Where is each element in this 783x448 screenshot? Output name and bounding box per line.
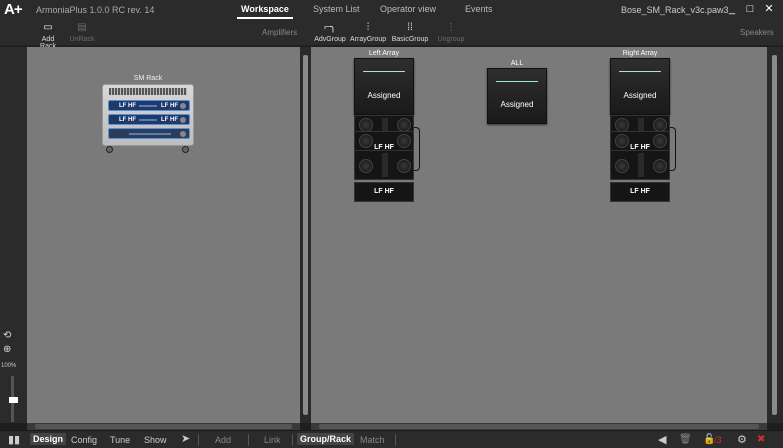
array-group-icon: ⫶ [366,22,370,33]
ungroup-label: Ungroup [437,36,465,43]
bottom-bar: ▮▮ Design Config Tune Show ➤ Add Link Gr… [0,430,783,448]
separator [248,434,249,446]
amplifier-1[interactable]: LF HF LF HF [108,100,190,111]
left-array-title: Left Array [369,50,399,57]
unrack-icon: ▤ [77,22,87,33]
adv-group-button[interactable]: ⌐╮ AdvGroup [314,22,346,43]
tab-workspace[interactable]: Workspace [237,4,293,19]
rack-unit[interactable]: LF HF LF HF LF HF LF HF [102,84,194,146]
speakers-vertical-scrollbar[interactable] [767,47,783,423]
mode-tune[interactable]: Tune [110,435,130,445]
right-array-group[interactable]: Assigned [610,58,670,115]
rack-icon: ▭ [43,22,53,33]
page-counter: /3 [714,435,722,445]
amplifiers-horizontal-scrollbar[interactable] [27,423,300,430]
left-array-sub-label: LF HF [374,188,394,195]
right-array-title: Right Array [622,50,658,57]
left-array-status: Assigned [367,91,401,100]
amp-knob-icon [180,103,186,109]
settings-gear-icon[interactable]: ⚙ [737,433,747,446]
separator [292,434,293,446]
right-array-status: Assigned [623,91,657,100]
amp-channel-label: LF HF [119,117,136,123]
app-title: ArmoniaPlus 1.0.0 RC rev. 14 [36,5,155,15]
basic-group-icon: ⁞⁞ [407,22,413,33]
basic-group-button[interactable]: ⁞⁞ BasicGroup [390,22,430,43]
array-group-button[interactable]: ⫶ ArrayGroup [350,22,386,43]
speaker-mute-icon[interactable]: ◀ [658,433,666,446]
left-array-sub[interactable]: LF HF [354,182,414,202]
all-group-title: ALL [510,60,524,67]
trash-icon[interactable]: 🗑 [679,434,692,445]
amp-channel-label: LF HF [119,103,136,109]
app-logo: A+ [4,1,23,18]
right-array-bracket [670,127,676,171]
all-group[interactable]: Assigned [487,68,547,124]
amplifier-2[interactable]: LF HF LF HF [108,114,190,125]
zoom-slider-handle[interactable] [9,397,18,403]
rack-wheel-icon [182,146,189,153]
amp-indicator [129,133,171,135]
amplifiers-section-label: Amplifiers [262,28,298,37]
basic-group-label: BasicGroup [391,36,429,43]
tab-operator-view[interactable]: Operator view [380,4,436,14]
amp-channel-label: LF HF [161,103,178,109]
right-array-cabinet-3[interactable] [610,150,670,180]
project-filename: Bose_SM_Rack_v3c.paw3 [621,5,729,15]
zoom-search-icon[interactable]: ⊕ [3,344,11,355]
array-group-label: ArrayGroup [350,36,387,43]
pointer-icon[interactable]: ➤ [181,432,190,445]
amplifiers-vertical-scrollbar[interactable] [300,47,311,423]
rack-title: SM Rack [133,75,163,82]
mode-config[interactable]: Config [71,435,97,445]
tab-system-list[interactable]: System List [313,4,360,14]
right-array-sub[interactable]: LF HF [610,182,670,202]
right-array-sub-label: LF HF [630,188,650,195]
action-match[interactable]: Match [360,435,385,445]
tab-events[interactable]: Events [465,4,493,14]
maximize-button[interactable]: □ [743,2,757,16]
left-array-bracket [414,127,420,171]
amp-indicator [139,105,157,107]
adv-group-label: AdvGroup [314,36,346,43]
amp-knob-icon [180,131,186,137]
title-bar: A+ ArmoniaPlus 1.0.0 RC rev. 14 Workspac… [0,0,783,20]
minimize-button[interactable]: _ [725,2,739,16]
amp-knob-icon [180,117,186,123]
speakers-section-label: Speakers [740,28,774,37]
action-group-rack[interactable]: Group/Rack [297,433,355,445]
speakers-horizontal-scrollbar[interactable] [311,423,767,430]
mode-design[interactable]: Design [30,433,67,445]
panel-toggle-icon[interactable]: ▮▮ [8,433,20,446]
unrack-label: UnRack [69,36,95,43]
language-flag-icon[interactable]: ✖ [757,434,765,445]
all-group-status: Assigned [500,100,534,109]
ungroup-button[interactable]: ⋮ Ungroup [434,22,468,43]
close-button[interactable]: ✕ [762,2,776,16]
mode-show[interactable]: Show [144,435,167,445]
left-array-group[interactable]: Assigned [354,58,414,115]
action-add[interactable]: Add [215,435,231,445]
amplifier-3[interactable] [108,128,190,139]
rack-wheel-icon [106,146,113,153]
add-rack-button[interactable]: ▭ Add Rack [33,22,63,50]
unrack-button[interactable]: ▤ UnRack [67,22,97,43]
toolbar: ▭ Add Rack ▤ UnRack Amplifiers ⌐╮ AdvGro… [0,20,783,50]
amp-channel-label: LF HF [161,117,178,123]
separator [395,434,396,446]
zoom-level: 100% [1,363,17,369]
ungroup-icon: ⋮ [446,22,456,33]
separator [198,434,199,446]
zoom-fit-icon[interactable]: ⟲ [3,330,11,341]
rack-vent [109,88,187,95]
left-array-cabinet-3[interactable] [354,150,414,180]
adv-group-icon: ⌐╮ [324,22,336,33]
amp-indicator [139,119,157,121]
action-link[interactable]: Link [264,435,281,445]
